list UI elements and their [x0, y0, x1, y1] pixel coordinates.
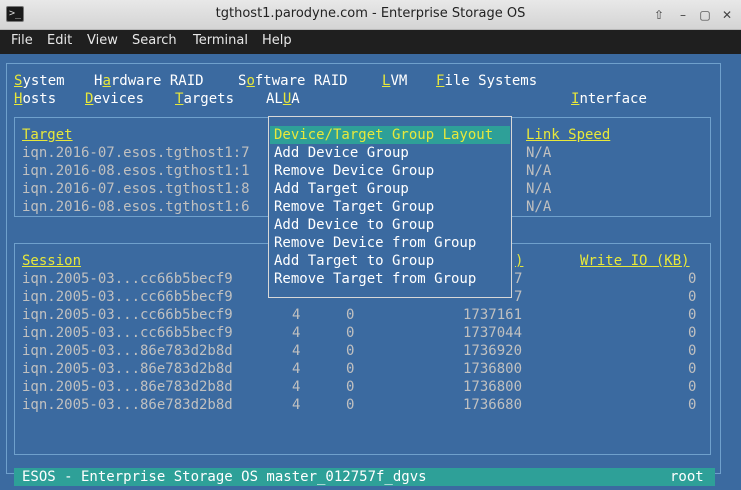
session-row-col2: 4 — [292, 397, 301, 413]
alua-item-remove-target-from-group[interactable]: Remove Target from Group — [274, 270, 476, 288]
session-row-read: 1736800 — [463, 361, 523, 377]
session-row-name[interactable]: iqn.2005-03...86e783d2b8d — [22, 378, 233, 396]
session-row-name[interactable]: iqn.2005-03...cc66b5becf9 — [22, 324, 233, 342]
target-row-name[interactable]: iqn.2016-08.esos.tgthost1:1 — [22, 162, 250, 180]
session-row-read: 1736800 — [463, 379, 523, 395]
session-row-read: 7 — [514, 271, 523, 287]
alua-item-remove-target-group[interactable]: Remove Target Group — [274, 198, 434, 216]
shade-icon[interactable]: ⇧ — [651, 7, 667, 23]
session-row-read: 1737161 — [463, 307, 523, 323]
tui-menu-alua[interactable]: ALUA — [266, 90, 300, 108]
alua-item-add-target-group[interactable]: Add Target Group — [274, 180, 409, 198]
menu-file[interactable]: File — [11, 33, 33, 48]
window-titlebar[interactable]: >_ tgthost1.parodyne.com - Enterprise St… — [0, 0, 741, 30]
tui-menu-lvm[interactable]: LVM — [382, 72, 407, 90]
tui-menu-hardware-raid[interactable]: Hardware RAID — [94, 72, 204, 90]
status-user: root — [670, 469, 704, 485]
session-row-read: 1736920 — [463, 343, 523, 359]
session-row-col3: 0 — [346, 397, 355, 413]
session-row-name[interactable]: iqn.2005-03...cc66b5becf9 — [22, 288, 233, 306]
tui-menu-software-raid[interactable]: Software RAID — [238, 72, 348, 90]
session-row-write: 0 — [688, 343, 697, 359]
session-row-col2: 4 — [292, 361, 301, 377]
session-row-col3: 0 — [346, 325, 355, 341]
session-row-name[interactable]: iqn.2005-03...cc66b5becf9 — [22, 306, 233, 324]
session-row-write: 0 — [688, 361, 697, 377]
session-row-name[interactable]: iqn.2005-03...86e783d2b8d — [22, 396, 233, 414]
tui-menu-devices[interactable]: Devices — [85, 90, 144, 108]
target-row-name[interactable]: iqn.2016-07.esos.tgthost1:7 — [22, 144, 250, 162]
session-row-col3: 0 — [346, 307, 355, 323]
alua-item-remove-device-group[interactable]: Remove Device Group — [274, 162, 434, 180]
menu-help[interactable]: Help — [262, 33, 292, 48]
session-row-read: 1736680 — [463, 397, 523, 413]
minimize-icon[interactable]: – — [675, 7, 691, 23]
targets-header-target: Target — [22, 127, 73, 143]
target-row-speed: N/A — [526, 199, 552, 215]
window-title: tgthost1.parodyne.com - Enterprise Stora… — [215, 6, 526, 21]
session-row-name[interactable]: iqn.2005-03...cc66b5becf9 — [22, 270, 233, 288]
session-row-write: 0 — [688, 379, 697, 395]
session-row-read: 7 — [514, 289, 523, 305]
target-row-name[interactable]: iqn.2016-08.esos.tgthost1:6 — [22, 198, 250, 216]
session-row-name[interactable]: iqn.2005-03...86e783d2b8d — [22, 342, 233, 360]
terminal-area[interactable]: System Hardware RAID Software RAID LVM F… — [0, 54, 741, 490]
menu-terminal[interactable]: Terminal — [193, 33, 248, 48]
session-row-write: 0 — [688, 325, 697, 341]
sessions-header-read-io: ) — [515, 253, 524, 269]
sessions-header-session: Session — [22, 253, 82, 269]
tui-menu-file-systems[interactable]: File Systems — [436, 72, 537, 90]
alua-item-add-device-group[interactable]: Add Device Group — [274, 144, 409, 162]
tui-menu-system[interactable]: System — [14, 72, 65, 90]
target-row-speed: N/A — [526, 181, 552, 197]
alua-item-remove-device-from-group[interactable]: Remove Device from Group — [274, 234, 476, 252]
menu-search[interactable]: Search — [132, 33, 177, 48]
target-row-speed: N/A — [526, 145, 552, 161]
session-row-write: 0 — [688, 271, 697, 287]
session-row-col3: 0 — [346, 343, 355, 359]
session-row-col3: 0 — [346, 379, 355, 395]
menu-view[interactable]: View — [87, 33, 118, 48]
menu-edit[interactable]: Edit — [47, 33, 72, 48]
tui-menu-targets[interactable]: Targets — [175, 90, 234, 108]
tui-menu-hosts[interactable]: Hosts — [14, 90, 56, 108]
session-row-read: 1737044 — [463, 325, 523, 341]
session-row-col2: 4 — [292, 325, 301, 341]
alua-item-add-target-to-group[interactable]: Add Target to Group — [274, 252, 434, 270]
session-row-col2: 4 — [292, 379, 301, 395]
targets-header-link-speed: Link Speed — [526, 127, 611, 143]
terminal-menubar: File Edit View Search Terminal Help — [0, 30, 741, 54]
target-row-name[interactable]: iqn.2016-07.esos.tgthost1:8 — [22, 180, 250, 198]
alua-popup-menu: Device/Target Group Layout Add Device Gr… — [268, 116, 512, 298]
maximize-icon[interactable]: ▢ — [697, 7, 713, 23]
alua-item-device-target-group-layout[interactable]: Device/Target Group Layout — [274, 126, 493, 144]
sessions-header-write-io: Write IO (KB) — [580, 253, 690, 269]
session-row-write: 0 — [688, 397, 697, 413]
session-row-name[interactable]: iqn.2005-03...86e783d2b8d — [22, 360, 233, 378]
session-row-write: 0 — [688, 307, 697, 323]
session-row-col2: 4 — [292, 343, 301, 359]
session-row-col2: 4 — [292, 307, 301, 323]
session-row-col3: 0 — [346, 361, 355, 377]
alua-item-add-device-to-group[interactable]: Add Device to Group — [274, 216, 434, 234]
close-icon[interactable]: ✕ — [719, 7, 735, 23]
target-row-speed: N/A — [526, 163, 552, 179]
tui-menu-interface[interactable]: Interface — [571, 90, 647, 108]
session-row-write: 0 — [688, 289, 697, 305]
status-text: ESOS - Enterprise Storage OS master_0127… — [22, 469, 427, 485]
